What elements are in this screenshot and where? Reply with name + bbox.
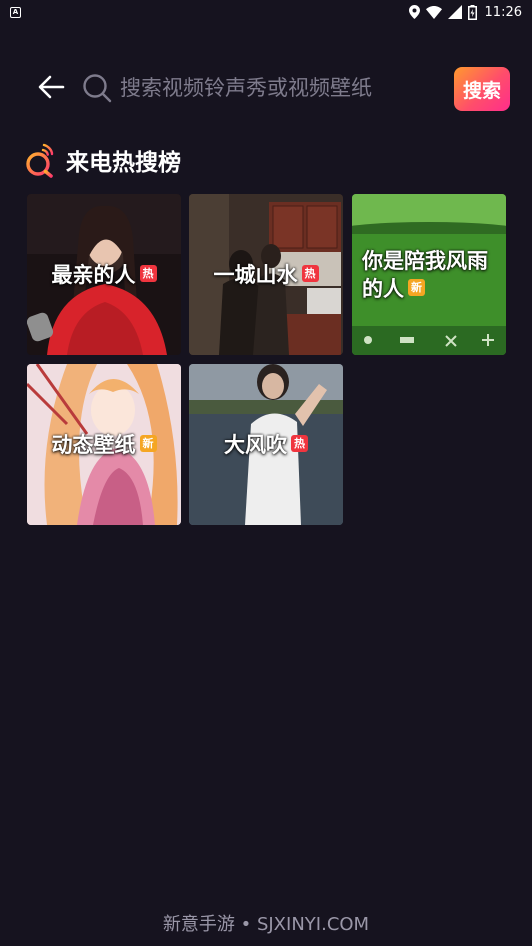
search-input[interactable] <box>120 76 440 100</box>
status-time: 11:26 <box>484 4 522 20</box>
section-header: 来电热搜榜 <box>24 140 181 180</box>
tile-yicheng-shanshui[interactable]: 一城山水热 <box>189 194 343 355</box>
tile-zuiqin-deren[interactable]: 最亲的人热 <box>27 194 181 355</box>
tile-label: 一城山水 <box>213 262 298 287</box>
battery-icon <box>467 4 477 20</box>
watermark: 新意手游 • SJXINYI.COM <box>162 914 370 935</box>
hot-search-icon <box>26 143 54 178</box>
location-icon <box>408 5 420 19</box>
new-badge: 新 <box>408 279 425 296</box>
status-bar: A 11:26 <box>0 0 532 24</box>
back-arrow-icon <box>38 75 65 99</box>
tile-label: 大风吹 <box>224 432 287 457</box>
status-left: A <box>10 6 21 18</box>
hot-badge: 热 <box>301 265 319 282</box>
search-header: 搜索 <box>0 62 532 116</box>
tile-label: 动态壁纸 <box>51 432 136 457</box>
hot-badge: 热 <box>291 435 308 452</box>
back-button[interactable] <box>36 72 66 102</box>
wifi-icon <box>425 5 442 19</box>
tile-dongtai-bizhi[interactable]: 动态壁纸新 <box>27 364 181 525</box>
signal-icon <box>447 5 462 19</box>
status-right: 11:26 <box>408 4 522 20</box>
tile-dafeng-chui[interactable]: 大风吹热 <box>189 364 343 525</box>
tile-label: 最亲的人 <box>51 262 136 287</box>
search-box[interactable] <box>82 68 442 108</box>
search-icon <box>83 74 112 103</box>
new-badge: 新 <box>139 435 157 452</box>
app-notification-icon: A <box>10 6 21 18</box>
hot-badge: 热 <box>139 265 157 282</box>
section-title: 来电热搜榜 <box>66 150 181 176</box>
search-button[interactable]: 搜索 <box>454 67 510 111</box>
tile-nishi-peiwo-fengyu-deren[interactable]: 你是陪我风雨的人新 <box>352 194 506 355</box>
tile-label: 你是陪我风雨的人 <box>362 248 488 301</box>
